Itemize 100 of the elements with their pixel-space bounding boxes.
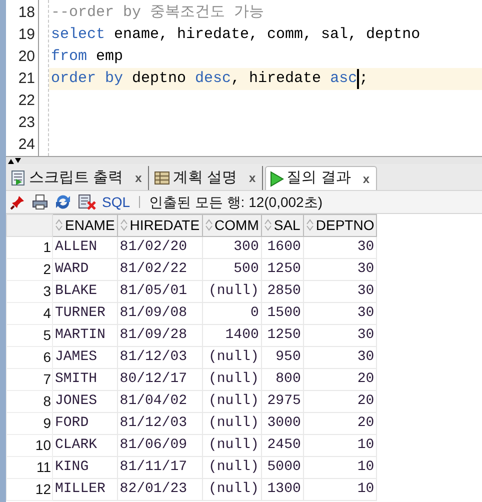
code-text: ename, hiredate, comm, sal, deptno xyxy=(113,25,420,45)
line-number: 21 xyxy=(17,69,36,89)
table-cell: 2850 xyxy=(261,280,304,302)
table-cell: 800 xyxy=(261,368,304,390)
column-header[interactable]: COMM xyxy=(202,214,262,236)
table-cell: 20 xyxy=(303,390,377,412)
code-text: deptno xyxy=(131,69,188,89)
table-cell: 10 xyxy=(303,434,377,456)
line-number: 18 xyxy=(17,3,36,23)
table-cell: 30 xyxy=(303,302,377,324)
row-number: 3 xyxy=(6,280,52,302)
table-cell: (null) xyxy=(202,346,262,368)
table-cell: (null) xyxy=(202,390,262,412)
table-cell: 80/12/17 xyxy=(117,368,202,390)
sql-keyword: from xyxy=(51,47,88,67)
table-cell: (null) xyxy=(202,412,262,434)
sort-icon xyxy=(264,219,272,231)
table-cell: ALLEN xyxy=(52,236,118,258)
table-cell: 10 xyxy=(303,478,377,500)
print-icon[interactable] xyxy=(32,194,48,210)
row-number: 8 xyxy=(6,390,52,412)
row-number: 6 xyxy=(6,346,52,368)
table-cell: JONES xyxy=(52,390,118,412)
table-cell: 81/09/08 xyxy=(117,302,202,324)
sort-icon xyxy=(306,219,314,231)
status-text: 인출된 모든 행: 12(0,002초) xyxy=(149,192,323,212)
table-cell: 1500 xyxy=(261,302,304,324)
table-cell: MILLER xyxy=(52,478,118,500)
document-icon xyxy=(11,170,26,186)
table-cell: 1400 xyxy=(202,324,262,346)
row-number: 12 xyxy=(6,478,52,500)
code-text: emp xyxy=(95,47,124,67)
table-cell: 20 xyxy=(303,368,377,390)
line-number: 20 xyxy=(17,47,36,67)
line-number: 19 xyxy=(17,25,36,45)
sql-keyword: select xyxy=(51,25,106,45)
splitter-arrows-icon[interactable] xyxy=(8,158,22,164)
table-cell: 81/02/22 xyxy=(117,258,202,280)
table-cell: 1250 xyxy=(261,324,304,346)
table-cell: 81/05/01 xyxy=(117,280,202,302)
row-number: 7 xyxy=(6,368,52,390)
table-cell: 81/04/02 xyxy=(117,390,202,412)
sort-icon xyxy=(204,219,213,231)
line-number: 23 xyxy=(17,113,36,133)
row-number: 10 xyxy=(6,434,52,456)
table-icon xyxy=(154,170,170,186)
table-cell: 2975 xyxy=(261,390,304,412)
column-header[interactable]: ENAME xyxy=(52,214,118,236)
delete-icon[interactable] xyxy=(78,194,96,210)
table-cell: 30 xyxy=(303,258,377,280)
close-button[interactable]: x xyxy=(360,170,373,188)
row-number: 4 xyxy=(6,302,52,324)
table-cell: 30 xyxy=(303,324,377,346)
row-number: 2 xyxy=(6,258,52,280)
table-cell: 81/11/17 xyxy=(117,456,202,478)
result-tab[interactable]: 질의 결과 x xyxy=(264,166,377,190)
table-cell: 950 xyxy=(261,346,304,368)
table-cell: 20 xyxy=(303,412,377,434)
table-cell: 81/12/03 xyxy=(117,412,202,434)
table-cell: (null) xyxy=(202,434,262,456)
close-button[interactable]: x xyxy=(132,169,145,187)
table-cell: FORD xyxy=(52,412,118,434)
refresh-icon[interactable] xyxy=(54,194,72,210)
table-cell: 0 xyxy=(202,302,262,324)
code-text: ; xyxy=(359,69,368,89)
table-cell: 300 xyxy=(202,236,262,258)
table-cell: 5000 xyxy=(261,456,304,478)
row-number: 5 xyxy=(6,324,52,346)
table-cell: 1600 xyxy=(261,236,304,258)
table-cell: 30 xyxy=(303,346,377,368)
table-cell: 2450 xyxy=(261,434,304,456)
table-cell: (null) xyxy=(202,478,262,500)
table-cell: SMITH xyxy=(52,368,118,390)
table-cell: 30 xyxy=(303,236,377,258)
sql-link[interactable]: SQL xyxy=(102,192,130,212)
table-cell: CLARK xyxy=(52,434,118,456)
table-cell: WARD xyxy=(52,258,118,280)
table-cell: 81/12/03 xyxy=(117,346,202,368)
sql-keyword: order by xyxy=(51,69,124,89)
table-cell: 81/09/28 xyxy=(117,324,202,346)
column-header[interactable]: SAL xyxy=(261,214,304,236)
table-cell: 1300 xyxy=(261,478,304,500)
sort-icon xyxy=(55,219,63,231)
column-header[interactable]: HIREDATE xyxy=(117,214,202,236)
sql-keyword: desc xyxy=(195,69,232,89)
table-cell: 30 xyxy=(303,280,377,302)
table-cell: BLAKE xyxy=(52,280,118,302)
line-number: 22 xyxy=(17,91,36,111)
table-cell: 81/06/09 xyxy=(117,434,202,456)
table-cell: 82/01/23 xyxy=(117,478,202,500)
close-button[interactable]: x xyxy=(246,169,259,187)
play-icon xyxy=(268,170,284,186)
sql-keyword: asc xyxy=(330,69,358,89)
table-cell: (null) xyxy=(202,456,262,478)
column-header[interactable]: DEPTNO xyxy=(303,214,377,236)
sort-icon xyxy=(120,219,128,231)
table-cell: (null) xyxy=(202,368,262,390)
table-cell: JAMES xyxy=(52,346,118,368)
pin-icon[interactable] xyxy=(10,194,26,210)
row-number: 9 xyxy=(6,412,52,434)
